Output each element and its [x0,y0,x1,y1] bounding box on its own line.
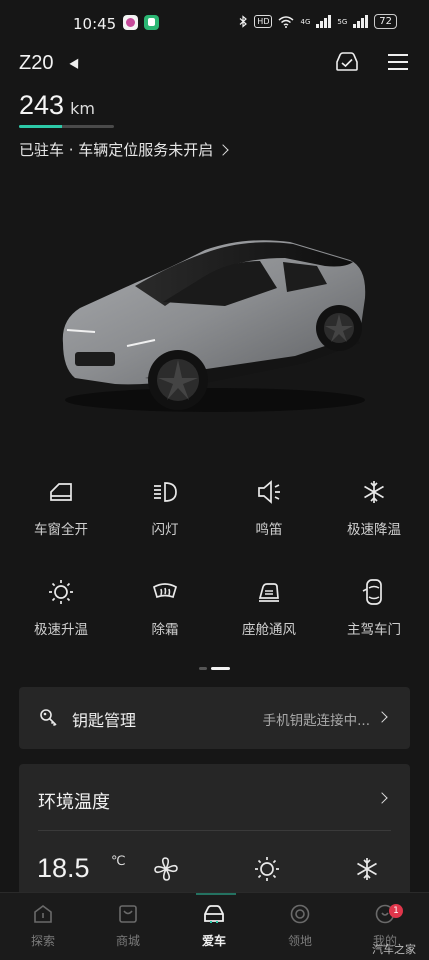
bottom-navigation: 探索 商城 爱车 领地 我的 [0,892,429,960]
signal2-label: 5G [337,17,348,26]
explore-icon [34,905,52,923]
notification-badge: 1 [389,904,403,918]
range-progress-bar [19,125,114,128]
signal1-icon [316,15,332,28]
control-horn[interactable]: 鸣笛 [219,478,319,538]
status-time: 10:45 [73,15,117,33]
notification-home-icon [144,15,159,30]
status-indicators: HD 4G 5G 72 [239,14,397,29]
car-model-selector[interactable]: Z20 [19,52,53,75]
control-label: 主驾车门 [347,622,401,638]
chevron-right-icon [376,792,388,804]
car-door-icon [362,579,382,605]
chevron-right-icon [376,711,388,723]
control-cabin-vent[interactable]: 座舱通风 [219,578,319,638]
control-label: 极速升温 [34,622,88,638]
control-label: 车窗全开 [34,522,88,538]
env-card-title: 环境温度 [38,792,110,813]
nav-label: 商城 [115,934,140,948]
key-management-card[interactable]: 钥匙管理 手机钥匙连接中... [19,687,410,749]
env-temperature: 18.5 [37,853,90,883]
nav-label: 探索 [30,934,55,948]
environment-temp-card[interactable]: 环境温度 18.5 ℃ [19,764,410,904]
range-unit: km [70,99,95,118]
control-flash-lights[interactable]: 闪灯 [115,478,215,538]
shop-icon [119,905,137,923]
chevron-right-icon [217,143,229,156]
sun-icon [49,580,73,604]
control-window-open[interactable]: 车窗全开 [11,478,111,538]
notification-app-icon [123,15,138,30]
control-label: 闪灯 [151,522,179,538]
pager-dot-2-active[interactable] [211,667,230,670]
snowflake-icon[interactable] [353,855,381,883]
key-icon [40,709,57,727]
range-progress-fill [19,125,62,128]
key-card-title: 钥匙管理 [72,711,137,730]
nav-territory[interactable]: 领地 [270,903,330,949]
divider [38,830,391,831]
env-temperature-unit: ℃ [111,854,126,869]
control-label: 鸣笛 [255,522,283,538]
seat-vent-icon [258,583,279,602]
fan-icon[interactable] [152,855,180,883]
active-tab-glow [196,893,236,895]
nav-my-car[interactable]: 爱车 [184,903,244,949]
control-rapid-heat[interactable]: 极速升温 [11,578,111,638]
signal2-icon [353,15,369,28]
bluetooth-icon [239,15,248,28]
nav-label: 领地 [287,934,312,948]
control-rapid-cool[interactable]: 极速降温 [324,478,424,538]
car-icon [204,905,224,923]
snowflake-icon [364,481,384,503]
nav-label: 爱车 [201,934,226,948]
control-label: 极速降温 [347,522,401,538]
sun-icon[interactable] [253,855,281,883]
battery-indicator: 72 [374,14,397,29]
control-defrost[interactable]: 除霜 [115,578,215,638]
watermark: 汽车之家 [372,943,416,956]
range-value: 243 [19,90,65,120]
defrost-icon [152,583,178,599]
nav-explore[interactable]: 探索 [13,903,73,949]
territory-icon [290,904,310,924]
nav-shop[interactable]: 商城 [98,903,158,949]
signal1-label: 4G [300,17,311,26]
car-check-icon[interactable] [334,50,360,74]
parking-status-text: 已驻车 · 车辆定位服务未开启 [19,141,214,159]
car-image [62,240,366,412]
control-driver-door[interactable]: 主驾车门 [324,578,424,638]
wifi-icon [278,15,294,28]
headlight-icon [154,482,177,502]
control-label: 除霜 [151,622,179,638]
status-bar: 10:45 HD 4G 5G 72 [0,0,429,46]
dropdown-caret-icon[interactable] [69,56,83,69]
hd-badge: HD [254,15,273,28]
range-display: 243 km [19,90,95,121]
key-card-status: 手机钥匙连接中... [262,713,370,729]
window-icon [50,483,72,501]
control-label: 座舱通风 [242,622,296,638]
horn-icon [258,480,280,504]
pager-dot-1[interactable] [199,667,207,670]
menu-icon[interactable] [388,53,408,71]
parking-status-link[interactable]: 已驻车 · 车辆定位服务未开启 [19,139,229,160]
